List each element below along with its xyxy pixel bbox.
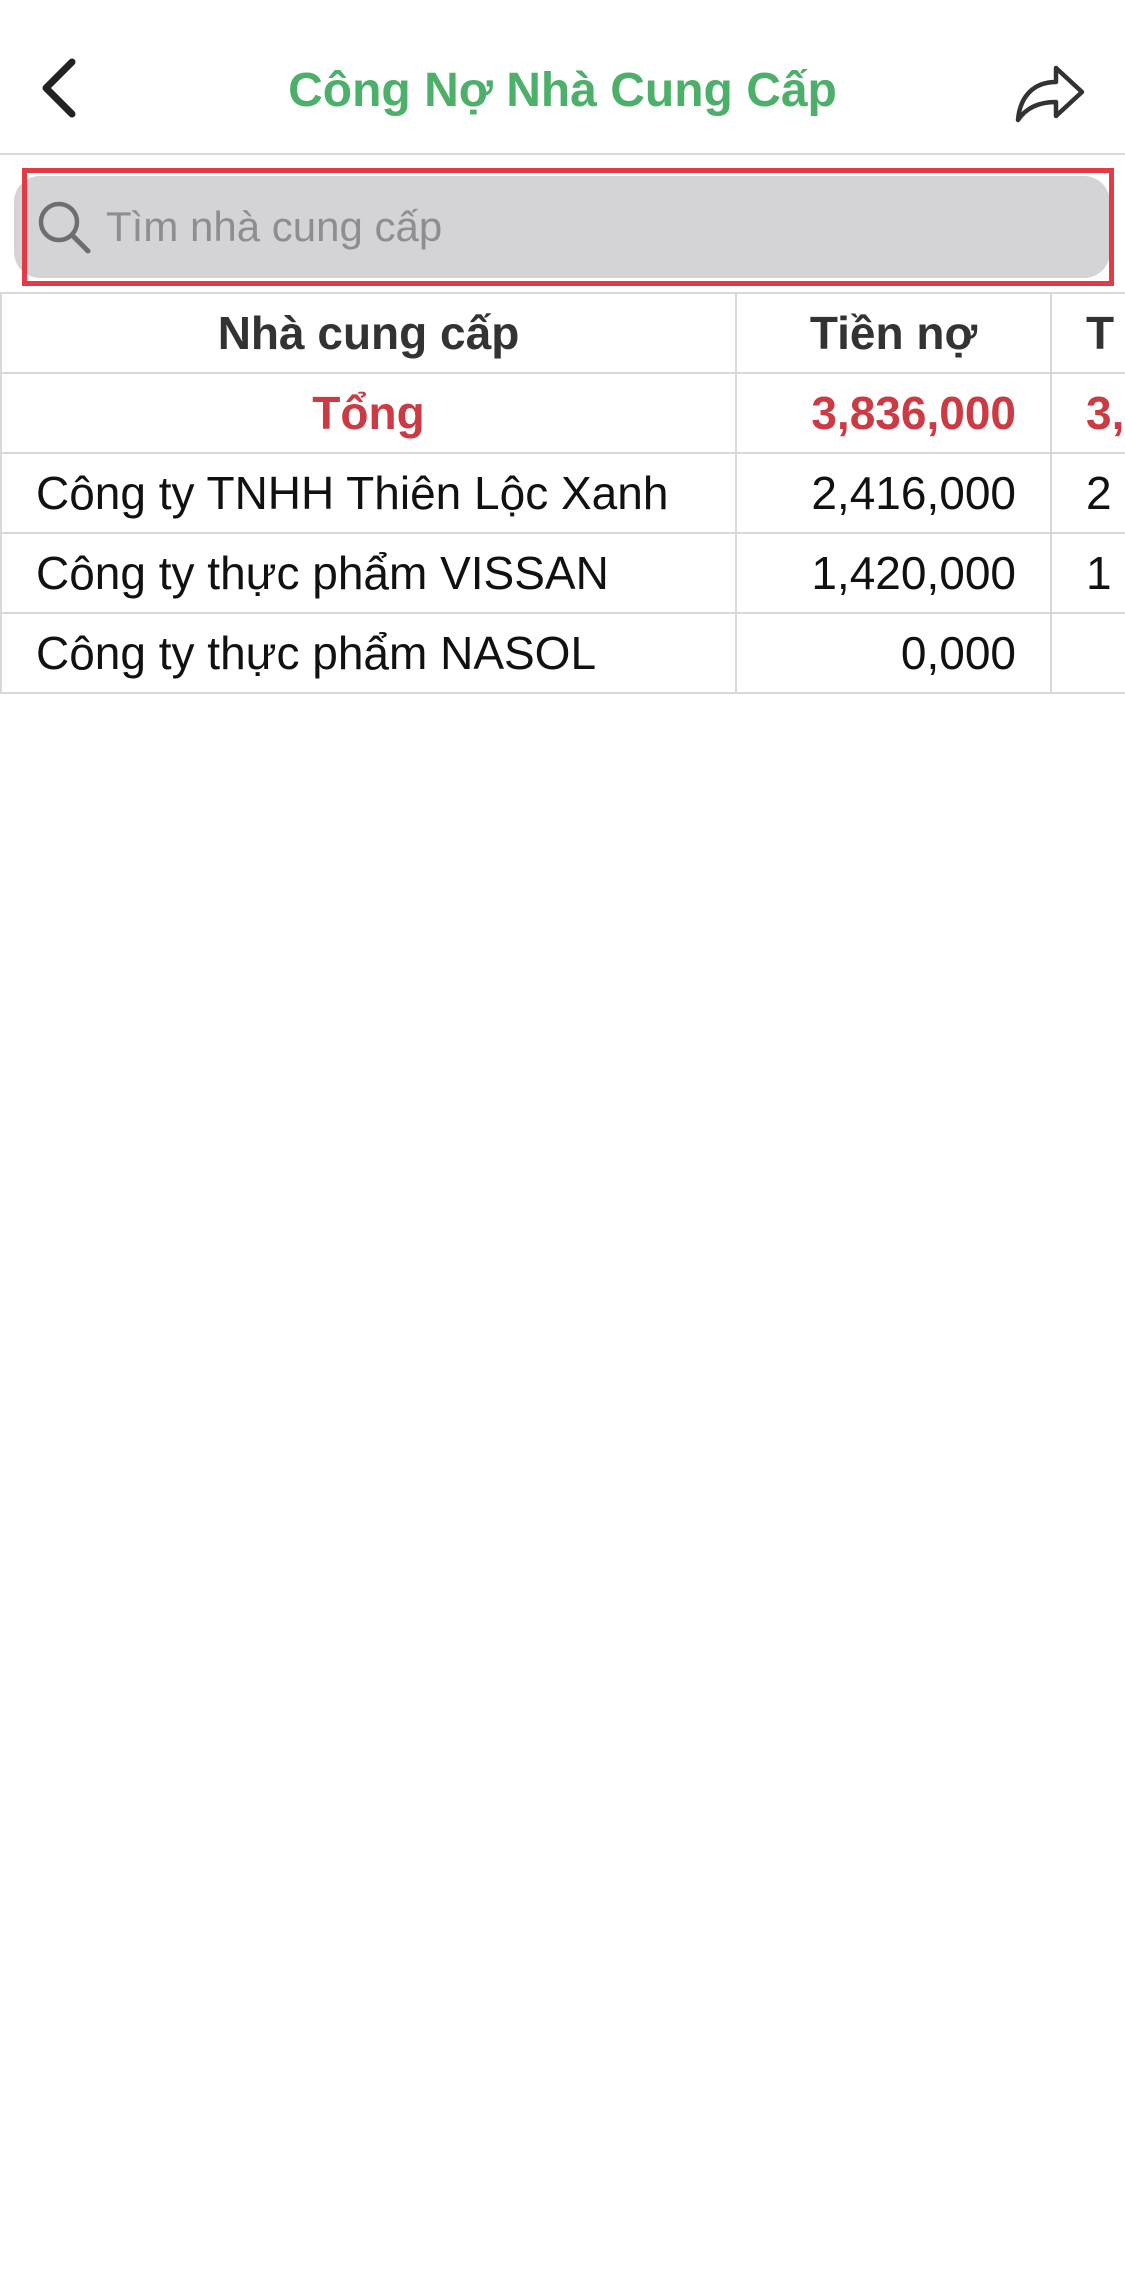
supplier-name: Công ty thực phẩm NASOL (0, 612, 737, 694)
total-label: Tổng (0, 372, 737, 454)
table-header-row: Nhà cung cấp Tiền nợ T (0, 292, 1125, 374)
nav-bar: Công Nợ Nhà Cung Cấp (0, 0, 1125, 155)
supplier-debt: 1,420,000 (735, 532, 1052, 614)
supplier-debt: 2,416,000 (735, 452, 1052, 534)
column-header-extra[interactable]: T (1050, 292, 1125, 374)
back-button[interactable] (20, 50, 96, 126)
supplier-name: Công ty thực phẩm VISSAN (0, 532, 737, 614)
table-row[interactable]: Công ty thực phẩm VISSAN 1,420,000 1 (0, 532, 1125, 614)
chevron-left-icon (42, 58, 76, 118)
supplier-extra (1050, 612, 1125, 694)
total-row: Tổng 3,836,000 3, (0, 372, 1125, 454)
table-row[interactable]: Công ty TNHH Thiên Lộc Xanh 2,416,000 2 (0, 452, 1125, 534)
supplier-debt-table: Nhà cung cấp Tiền nợ T Tổng 3,836,000 3,… (0, 292, 1125, 694)
supplier-debt: 0,000 (735, 612, 1052, 694)
table-row[interactable]: Công ty thực phẩm NASOL 0,000 (0, 612, 1125, 694)
total-extra: 3, (1050, 372, 1125, 454)
column-header-debt[interactable]: Tiền nợ (735, 292, 1052, 374)
column-header-supplier[interactable]: Nhà cung cấp (0, 292, 737, 374)
supplier-extra: 2 (1050, 452, 1125, 534)
share-button[interactable] (1005, 52, 1095, 132)
supplier-extra: 1 (1050, 532, 1125, 614)
search-highlight-frame (22, 168, 1114, 286)
share-arrow-icon (1015, 65, 1085, 123)
page-title: Công Nợ Nhà Cung Cấp (288, 64, 837, 117)
supplier-name: Công ty TNHH Thiên Lộc Xanh (0, 452, 737, 534)
total-debt: 3,836,000 (735, 372, 1052, 454)
